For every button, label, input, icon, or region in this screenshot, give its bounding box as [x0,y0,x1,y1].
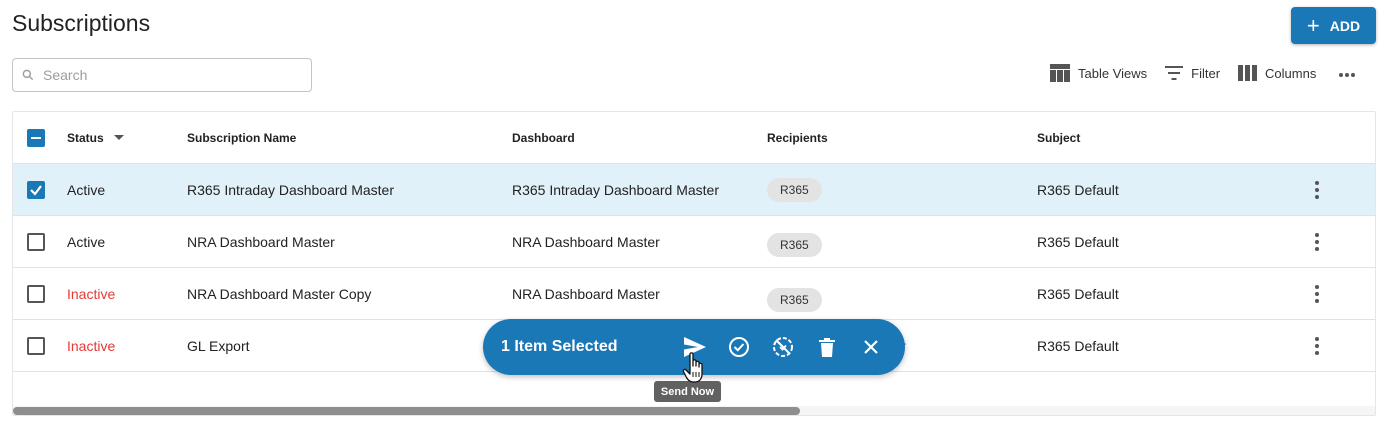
subject-text: R365 Default [1037,233,1119,250]
filter-label: Filter [1191,65,1221,81]
subject-text: R365 Default [1037,181,1119,198]
plus-icon: + [1306,12,1320,38]
table-header-row: Status Subscription Name Dashboard Recip… [13,112,1375,164]
send-now-tooltip: Send Now [654,381,721,402]
disable-icon [773,337,793,357]
table-toolbar: Table Views Filter Columns [1050,61,1356,85]
dashboard-name: R365 Intraday Dashboard Master [512,181,719,198]
subject-text: R365 Default [1037,285,1119,302]
row-checkbox[interactable] [27,336,45,355]
add-button[interactable]: + ADD [1291,7,1376,44]
column-header-recipients[interactable]: Recipients [767,112,828,163]
column-header-status[interactable]: Status [67,112,124,163]
hand-cursor-icon [682,352,703,383]
columns-label: Columns [1265,65,1317,81]
status-text: Inactive [67,337,116,354]
subscription-name: NRA Dashboard Master [187,233,335,250]
row-menu-icon[interactable] [1315,232,1319,251]
more-options-button[interactable] [1338,66,1356,81]
selection-count: 1 Item Selected [501,338,618,355]
delete-button[interactable] [805,325,849,369]
status-text: Inactive [67,285,116,302]
columns-icon [1238,65,1258,81]
table-views-button[interactable]: Table Views [1050,64,1147,82]
horizontal-scrollbar[interactable] [13,406,1375,415]
columns-button[interactable]: Columns [1238,65,1316,81]
search-input[interactable] [43,67,293,83]
dashboard-name: NRA Dashboard Master [512,233,660,250]
row-checkbox[interactable] [27,284,45,303]
subscription-name: GL Export [187,337,250,354]
subject-text: R365 Default [1037,337,1119,354]
search-icon [22,69,34,81]
add-button-label: ADD [1329,17,1361,34]
table-views-icon [1050,64,1070,82]
clear-selection-button[interactable] [849,325,893,369]
more-horizontal-icon [1339,72,1356,77]
table-row[interactable]: Active NRA Dashboard Master NRA Dashboar… [13,216,1375,268]
status-text: Active [67,233,106,250]
row-menu-icon[interactable] [1315,284,1319,303]
filter-button[interactable]: Filter [1165,66,1220,81]
subscription-name: R365 Intraday Dashboard Master [187,181,394,198]
select-all-checkbox[interactable] [27,128,45,147]
page-title: Subscriptions [12,10,151,36]
row-checkbox[interactable] [27,232,45,251]
check-circle-icon [729,337,749,357]
filter-icon [1165,66,1184,80]
minus-icon [31,136,41,139]
row-checkbox[interactable] [27,180,45,199]
status-text: Active [67,181,106,198]
recipient-chip: R365 [767,232,822,257]
column-header-dashboard[interactable]: Dashboard [512,112,575,163]
deactivate-button[interactable] [761,325,805,369]
subscription-name: NRA Dashboard Master Copy [187,285,372,302]
row-menu-icon[interactable] [1315,336,1319,355]
trash-icon [819,337,835,357]
table-row[interactable]: Active R365 Intraday Dashboard Master R3… [13,164,1375,216]
column-header-name[interactable]: Subscription Name [187,112,296,163]
recipient-chip: R365 [767,287,822,312]
activate-button[interactable] [717,325,761,369]
dashboard-name: NRA Dashboard Master [512,285,660,302]
recipient-chip: R365 [767,177,822,202]
row-menu-icon[interactable] [1315,180,1319,199]
table-views-label: Table Views [1078,65,1148,81]
search-box [12,58,312,92]
table-row[interactable]: Inactive NRA Dashboard Master Copy NRA D… [13,268,1375,320]
sort-down-icon [113,135,124,140]
scrollbar-thumb[interactable] [13,407,800,415]
close-icon [864,340,878,354]
column-header-subject[interactable]: Subject [1037,112,1080,163]
check-icon [30,184,42,196]
